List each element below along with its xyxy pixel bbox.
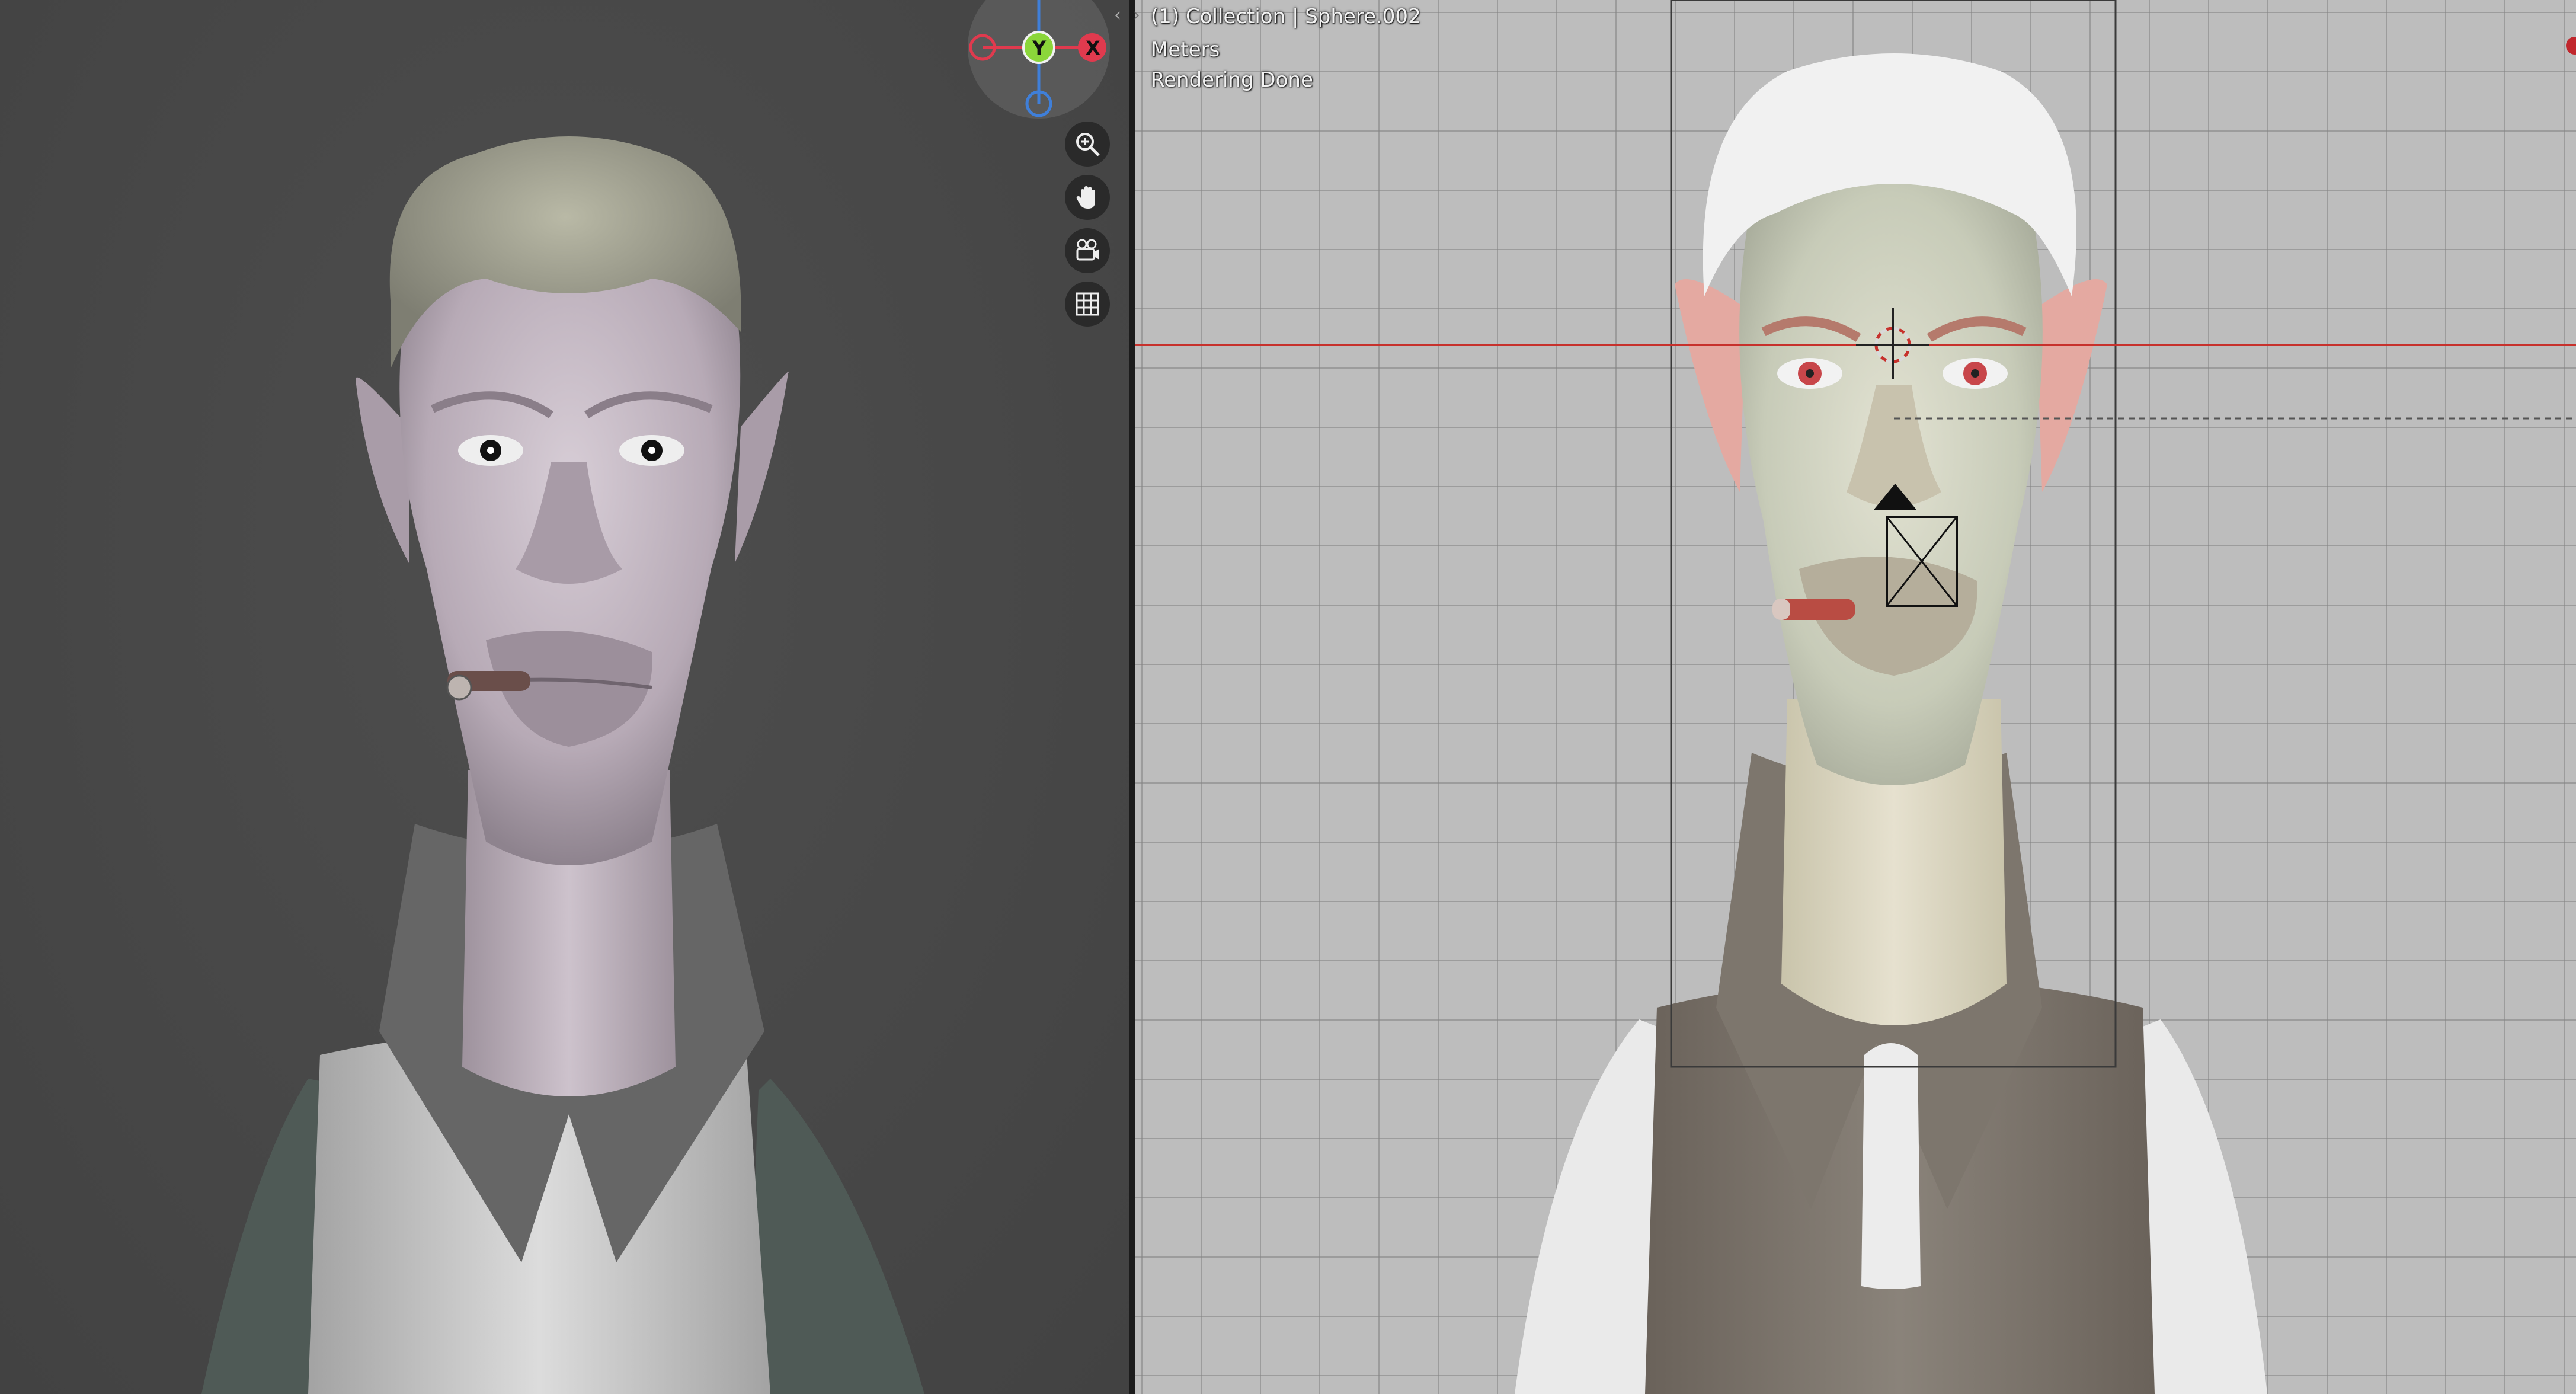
viewport-divider[interactable] <box>1129 0 1135 1394</box>
axis-x-label: X <box>1086 37 1100 59</box>
rendered-character <box>1135 0 2576 1394</box>
left-3d-viewport[interactable]: X Y ‹ <box>0 0 1129 1394</box>
object-info-text: (1) Collection | Sphere.002 <box>1151 5 1421 28</box>
zoom-icon <box>1076 133 1100 156</box>
render-status-text: Rendering Done <box>1151 68 1313 92</box>
units-text: Meters <box>1151 38 1220 62</box>
grid-ortho-icon <box>1076 292 1099 316</box>
axis-y-label: Y <box>1032 37 1047 59</box>
toggle-ortho-button[interactable] <box>1065 282 1110 327</box>
hand-pan-icon <box>1076 186 1095 209</box>
pan-button[interactable] <box>1065 175 1110 220</box>
collapse-region-chevron-icon[interactable]: ‹ <box>1114 5 1121 25</box>
camera-view-button[interactable] <box>1065 228 1110 273</box>
right-3d-viewport[interactable] <box>1135 0 2576 1394</box>
zoom-button[interactable] <box>1065 122 1110 167</box>
sculpt-character-solid <box>201 136 924 1394</box>
camera-view-icon <box>1076 239 1099 261</box>
navigation-gizmo[interactable]: X Y <box>965 0 1113 124</box>
expand-region-chevron-icon[interactable]: › <box>1133 5 1140 25</box>
